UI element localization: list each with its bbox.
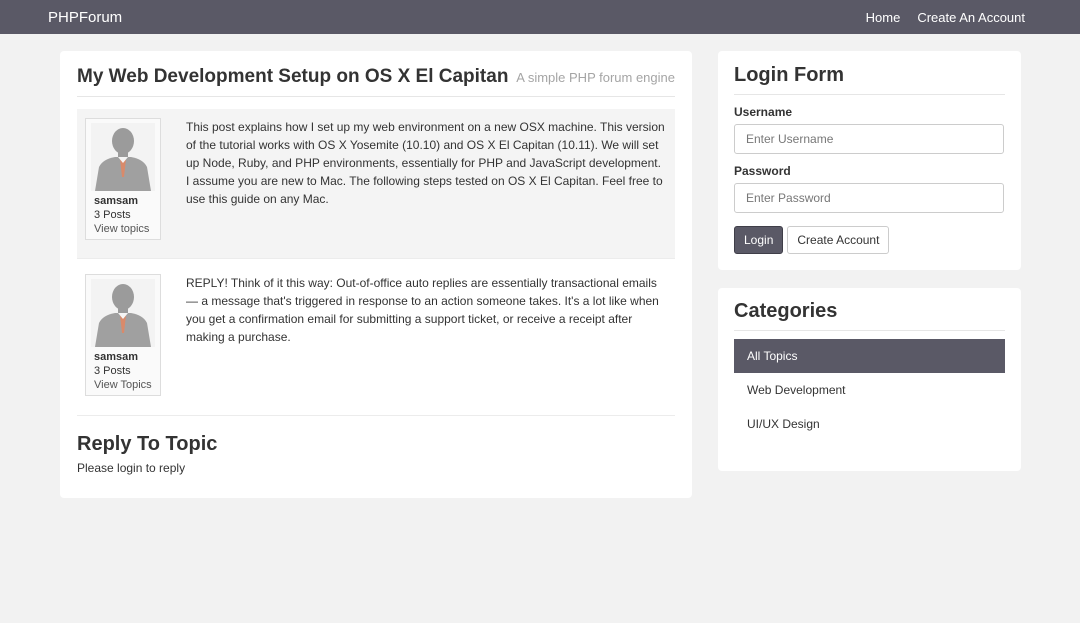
post-item: samsam 3 Posts View topics This post exp… xyxy=(77,109,675,259)
reply-note: Please login to reply xyxy=(77,461,186,475)
reply-title: Reply To Topic xyxy=(77,433,218,455)
avatar-icon xyxy=(91,123,155,191)
password-label: Password xyxy=(734,164,791,178)
nav-links: Home Create An Account xyxy=(866,10,1025,25)
category-item-ui-ux-design[interactable]: UI/UX Design xyxy=(734,407,1005,441)
view-topics-link[interactable]: View Topics xyxy=(90,379,156,391)
categories-title: Categories xyxy=(734,300,1005,331)
post-count: 3 Posts xyxy=(94,365,131,377)
categories-panel: Categories All Topics Web Development UI… xyxy=(718,288,1021,471)
user-card: samsam 3 Posts View Topics xyxy=(85,274,161,396)
post-count: 3 Posts xyxy=(94,209,131,221)
topic-subtitle: A simple PHP forum engine xyxy=(516,70,675,85)
brand-logo[interactable]: PHPForum xyxy=(48,9,122,26)
post-username[interactable]: samsam xyxy=(90,351,156,363)
category-item-web-development[interactable]: Web Development xyxy=(734,373,1005,407)
topic-title: My Web Development Setup on OS X El Capi… xyxy=(77,66,509,87)
post-body: This post explains how I set up my web e… xyxy=(186,120,665,206)
topic-header: My Web Development Setup on OS X El Capi… xyxy=(77,66,675,97)
username-label: Username xyxy=(734,105,793,119)
nav-home-link[interactable]: Home xyxy=(866,10,901,25)
category-item-all-topics[interactable]: All Topics xyxy=(734,339,1005,373)
create-account-button[interactable]: Create Account xyxy=(787,226,890,254)
post-username[interactable]: samsam xyxy=(90,195,156,207)
username-input[interactable] xyxy=(734,124,1004,154)
category-list: All Topics Web Development UI/UX Design xyxy=(734,339,1005,441)
login-button[interactable]: Login xyxy=(734,226,784,254)
login-panel: Login Form Username Password Login Creat… xyxy=(718,51,1021,270)
post-item: samsam 3 Posts View Topics REPLY! Think … xyxy=(77,259,675,416)
password-input[interactable] xyxy=(734,183,1004,213)
post-body: REPLY! Think of it this way: Out-of-offi… xyxy=(186,276,659,344)
login-actions: Login Create Account xyxy=(734,226,1005,254)
view-topics-link[interactable]: View topics xyxy=(90,223,156,235)
login-title: Login Form xyxy=(734,64,1005,95)
user-card: samsam 3 Posts View topics xyxy=(85,118,161,240)
navbar: PHPForum Home Create An Account xyxy=(0,0,1080,34)
nav-create-account-link[interactable]: Create An Account xyxy=(917,10,1025,25)
avatar-icon xyxy=(91,279,155,347)
topic-panel: My Web Development Setup on OS X El Capi… xyxy=(60,51,692,498)
